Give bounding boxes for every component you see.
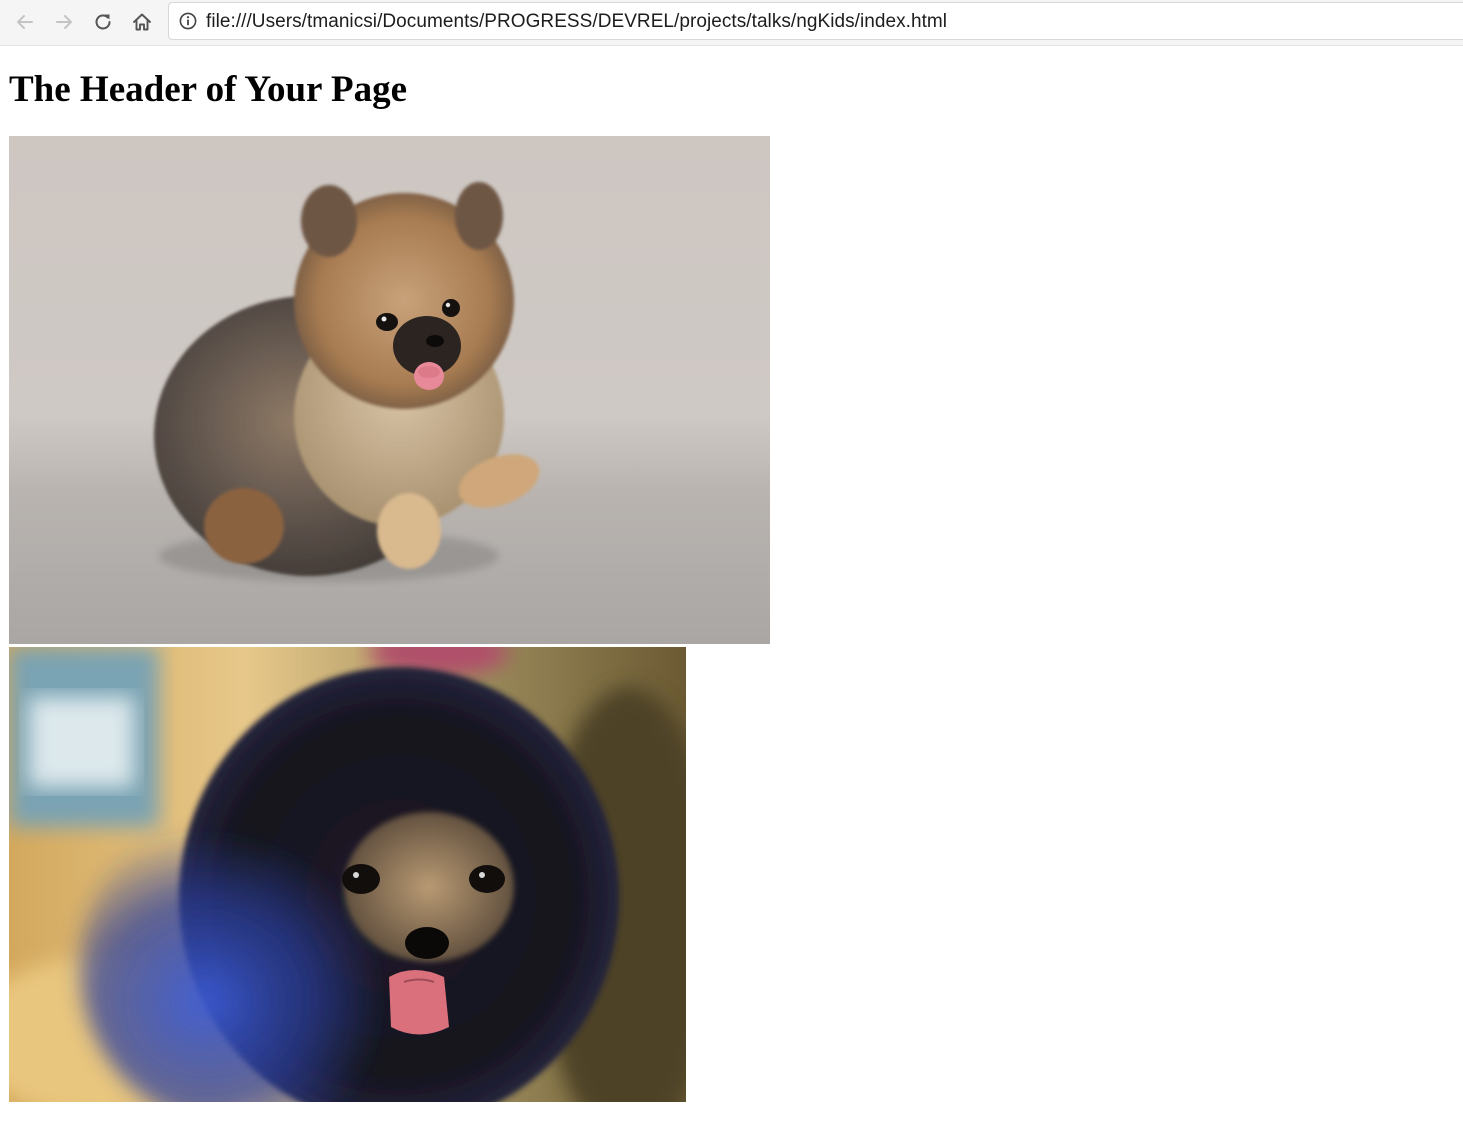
home-icon — [133, 13, 151, 31]
home-button[interactable] — [128, 8, 156, 36]
browser-toolbar: file:///Users/tmanicsi/Documents/PROGRES… — [0, 0, 1463, 46]
page-title: The Header of Your Page — [9, 69, 408, 110]
reload-icon — [95, 14, 111, 30]
info-icon[interactable] — [179, 12, 197, 30]
url-text[interactable]: file:///Users/tmanicsi/Documents/PROGRES… — [206, 11, 947, 33]
address-bar[interactable]: file:///Users/tmanicsi/Documents/PROGRES… — [168, 2, 1463, 40]
arrow-right-icon — [56, 15, 72, 29]
forward-button[interactable] — [50, 8, 78, 36]
puppy-photo-2 — [9, 647, 686, 1102]
arrow-left-icon — [17, 15, 33, 29]
back-button[interactable] — [11, 8, 39, 36]
puppy-photo-1 — [9, 136, 770, 644]
reload-button[interactable] — [89, 8, 117, 36]
